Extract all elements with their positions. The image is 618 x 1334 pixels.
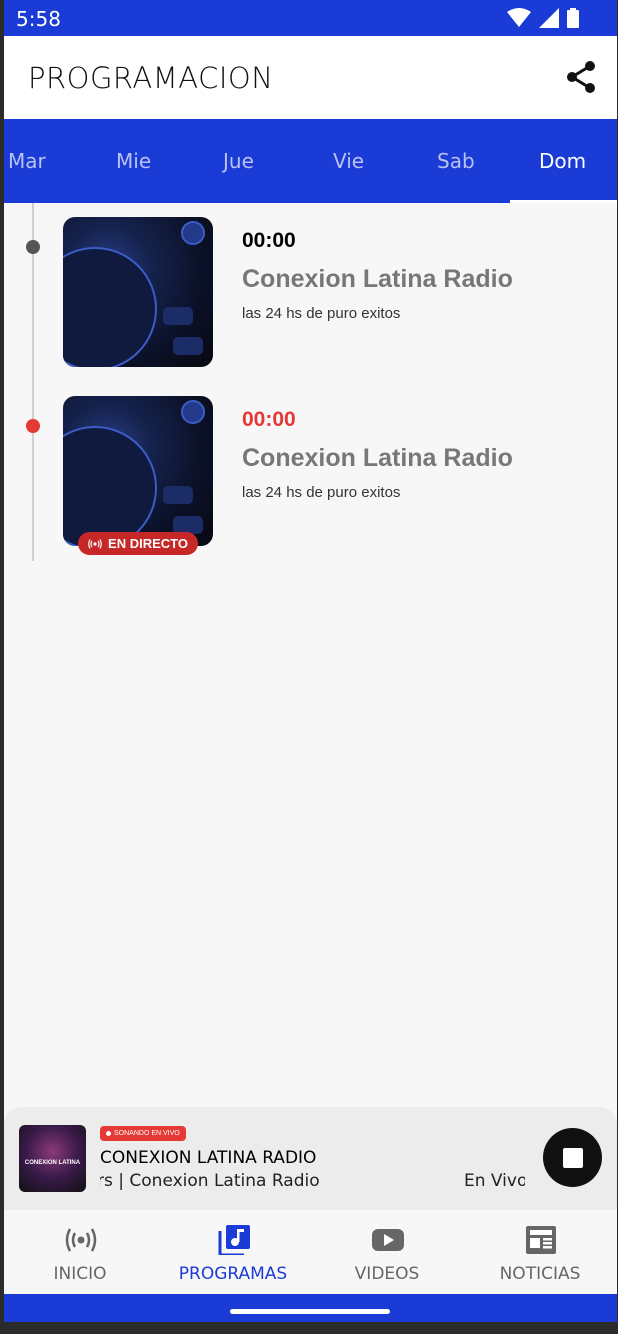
program-thumbnail bbox=[63, 217, 213, 367]
timeline-dot bbox=[26, 240, 40, 254]
share-button[interactable] bbox=[565, 60, 597, 94]
program-item[interactable]: 00:00 Conexion Latina Radio las 24 hs de… bbox=[63, 217, 583, 367]
nav-programas[interactable]: PROGRAMAS bbox=[158, 1210, 308, 1294]
tab-mie[interactable]: Mie bbox=[116, 149, 151, 173]
nav-label: NOTICIAS bbox=[499, 1264, 581, 1284]
youtube-icon bbox=[372, 1229, 404, 1251]
gesture-bar bbox=[4, 1294, 617, 1322]
tab-dom[interactable]: Dom bbox=[539, 149, 586, 173]
station-artwork: CONEXION LATINA bbox=[19, 1125, 86, 1192]
live-status-label: SONANDO EN VIVO bbox=[114, 1130, 180, 1137]
live-status-badge: SONANDO EN VIVO bbox=[100, 1126, 186, 1141]
status-time: 5:58 bbox=[16, 7, 61, 31]
share-icon bbox=[567, 61, 595, 93]
live-badge: EN DIRECTO bbox=[78, 532, 198, 555]
status-icons bbox=[507, 8, 579, 28]
player-subtitle-marquee: Irs | Conexion Latina Radio En Vivo bbox=[100, 1171, 525, 1193]
program-time: 00:00 bbox=[242, 408, 296, 431]
wifi-icon bbox=[507, 8, 531, 27]
nav-noticias[interactable]: NOTICIAS bbox=[465, 1210, 615, 1294]
program-time: 00:00 bbox=[242, 229, 296, 252]
newspaper-icon bbox=[526, 1226, 556, 1254]
tab-mar[interactable]: Mar bbox=[8, 149, 46, 173]
live-dot-icon bbox=[106, 1131, 111, 1136]
timeline-dot-live bbox=[26, 419, 40, 433]
program-description: las 24 hs de puro exitos bbox=[242, 484, 401, 501]
app-bar: PROGRAMACION bbox=[4, 36, 617, 120]
tab-sab[interactable]: Sab bbox=[437, 149, 475, 173]
nav-inicio[interactable]: INICIO bbox=[5, 1210, 155, 1294]
battery-icon bbox=[567, 8, 579, 28]
music-library-icon bbox=[218, 1225, 250, 1255]
player-subtitle: Irs | Conexion Latina Radio bbox=[100, 1171, 320, 1191]
tab-indicator bbox=[510, 200, 617, 203]
nav-label: PROGRAMAS bbox=[178, 1264, 288, 1284]
bottom-nav: INICIO PROGRAMAS VIDEOS NOTICIAS bbox=[4, 1210, 617, 1294]
timeline-line bbox=[32, 203, 34, 561]
broadcast-icon bbox=[65, 1228, 97, 1252]
tab-vie[interactable]: Vie bbox=[333, 149, 364, 173]
day-tabs: Mar Mie Jue Vie Sab Dom bbox=[4, 119, 617, 203]
nav-label: INICIO bbox=[53, 1264, 107, 1284]
station-artwork-text: CONEXION LATINA bbox=[24, 1160, 81, 1166]
nav-label: VIDEOS bbox=[354, 1264, 420, 1284]
live-badge-label: EN DIRECTO bbox=[108, 536, 188, 551]
player-subtitle-live: En Vivo bbox=[464, 1171, 525, 1191]
home-gesture-handle[interactable] bbox=[230, 1309, 390, 1314]
phone-screen: 5:58 PROGRAMACION Mar Mie Jue Vie Sab Do… bbox=[4, 0, 617, 1322]
player-title: CONEXION LATINA RADIO bbox=[100, 1148, 317, 1168]
stop-button[interactable] bbox=[543, 1128, 602, 1187]
program-item-live[interactable]: 00:00 Conexion Latina Radio las 24 hs de… bbox=[63, 396, 583, 546]
program-title: Conexion Latina Radio bbox=[242, 265, 513, 293]
nav-videos[interactable]: VIDEOS bbox=[312, 1210, 462, 1294]
page-title: PROGRAMACION bbox=[28, 61, 274, 95]
program-thumbnail bbox=[63, 396, 213, 546]
mini-player[interactable]: CONEXION LATINA SONANDO EN VIVO CONEXION… bbox=[4, 1107, 617, 1210]
stop-icon bbox=[562, 1147, 583, 1168]
status-bar: 5:58 bbox=[4, 0, 617, 36]
signal-icon bbox=[539, 8, 559, 28]
program-title: Conexion Latina Radio bbox=[242, 444, 513, 472]
program-description: las 24 hs de puro exitos bbox=[242, 305, 401, 322]
broadcast-icon bbox=[88, 538, 102, 549]
tab-jue[interactable]: Jue bbox=[223, 149, 254, 173]
